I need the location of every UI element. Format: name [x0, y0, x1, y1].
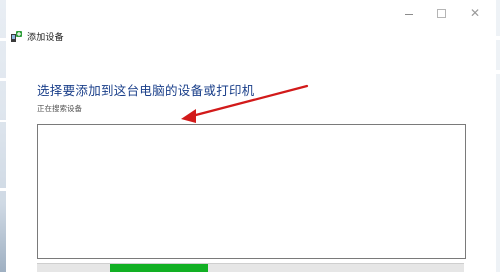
annotation-arrow-head: [181, 109, 196, 123]
search-progress-bar: [37, 263, 464, 272]
add-device-window: ✕ 添加设备 选择要添加到这台电脑的设备或打印机 正在搜索设备: [0, 0, 500, 272]
page-heading: 选择要添加到这台电脑的设备或打印机: [37, 83, 255, 98]
maximize-button[interactable]: [426, 2, 456, 24]
device-list[interactable]: [37, 124, 466, 259]
close-button[interactable]: ✕: [460, 2, 490, 24]
background-window-edge-right: [496, 0, 500, 272]
add-device-icon: [11, 31, 22, 42]
window-header: 添加设备: [10, 28, 64, 44]
progress-indicator: [110, 264, 208, 272]
minimize-icon: [405, 14, 413, 15]
minimize-button[interactable]: [394, 2, 424, 24]
search-status-text: 正在搜索设备: [37, 104, 82, 113]
title-bar[interactable]: ✕: [6, 0, 496, 56]
window-title: 添加设备: [27, 32, 64, 43]
maximize-icon: [437, 9, 446, 18]
close-icon: ✕: [469, 6, 481, 20]
